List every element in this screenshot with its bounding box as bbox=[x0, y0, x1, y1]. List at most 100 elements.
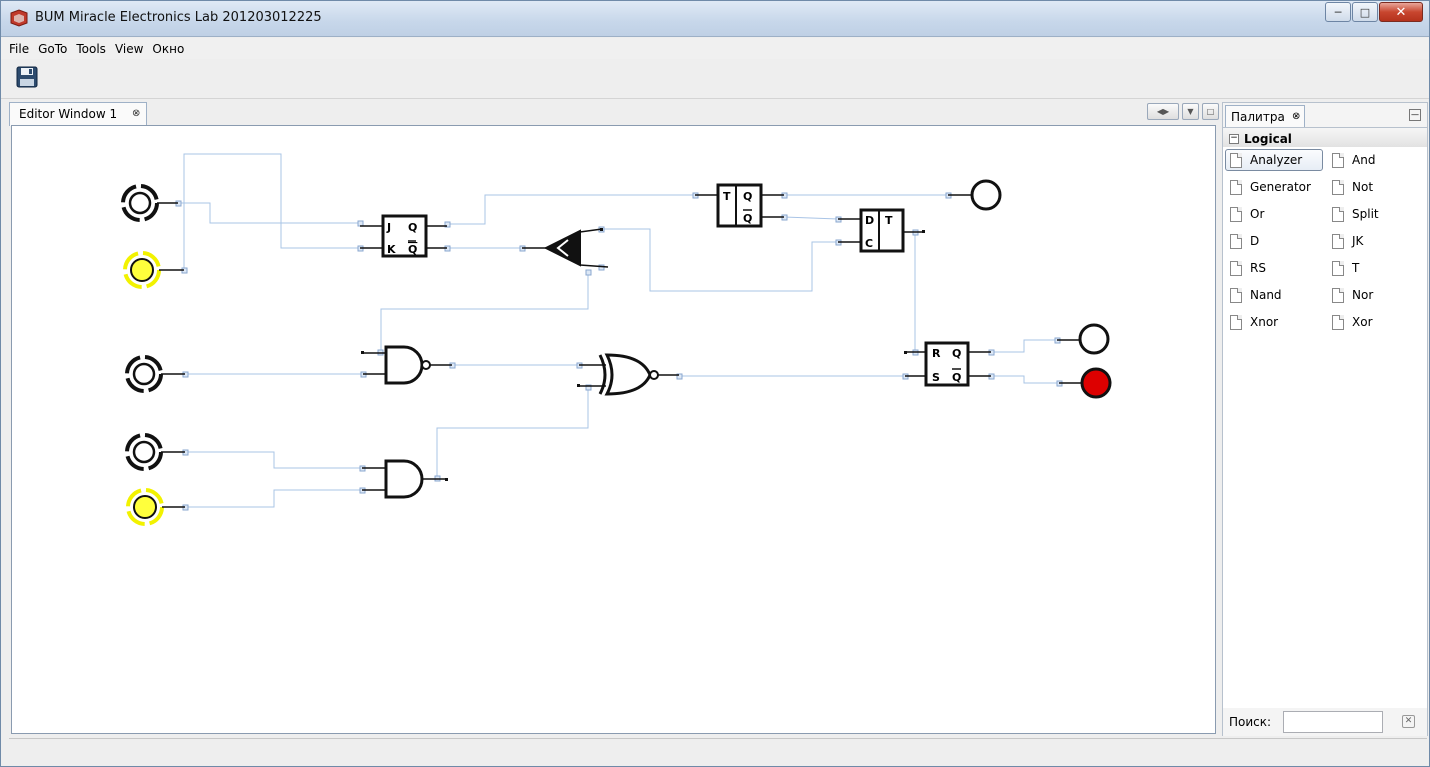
wire bbox=[178, 202, 360, 224]
document-icon bbox=[1332, 233, 1344, 249]
document-icon bbox=[1332, 260, 1344, 276]
wire bbox=[436, 387, 589, 478]
output-lamp bbox=[1057, 323, 1110, 355]
palette-item-t[interactable]: T bbox=[1327, 257, 1423, 279]
close-button[interactable]: ✕ bbox=[1379, 2, 1423, 22]
palette-item-label: Analyzer bbox=[1250, 153, 1303, 167]
maximize-button[interactable]: □ bbox=[1352, 2, 1378, 22]
palette-category-logical[interactable]: − Logical bbox=[1223, 128, 1427, 147]
palette-item-split[interactable]: Split bbox=[1327, 203, 1423, 225]
maximize-editor-button[interactable]: □ bbox=[1202, 103, 1219, 120]
document-icon bbox=[1332, 179, 1344, 195]
document-icon bbox=[1332, 206, 1344, 222]
connection-point bbox=[585, 269, 592, 276]
palette-item-generator[interactable]: Generator bbox=[1225, 176, 1323, 198]
minimize-button[interactable]: ─ bbox=[1325, 2, 1351, 22]
palette-item-nor[interactable]: Nor bbox=[1327, 284, 1423, 306]
terminal-dot bbox=[600, 228, 603, 231]
jk-pin-qbar: Q bbox=[408, 243, 417, 256]
tab-scroll-buttons[interactable]: ◀▶ bbox=[1147, 103, 1179, 120]
palette-close-icon[interactable]: ⊗ bbox=[1292, 111, 1300, 122]
t-pin-t: T bbox=[723, 190, 731, 203]
palette-tab-label: Палитра bbox=[1231, 110, 1285, 124]
terminal-dots bbox=[361, 228, 925, 481]
palette-item-label: Nor bbox=[1352, 288, 1374, 302]
rs-pin-r: R bbox=[932, 347, 941, 360]
palette-minimize-button[interactable]: — bbox=[1409, 109, 1421, 121]
nand-gate[interactable] bbox=[363, 345, 452, 385]
wire bbox=[783, 216, 839, 220]
document-icon bbox=[1230, 152, 1242, 168]
buffer-gate[interactable] bbox=[522, 228, 609, 268]
d-flip-flop[interactable]: D C T bbox=[838, 208, 924, 253]
menu-bar: File GoTo Tools View Окно bbox=[1, 38, 1429, 59]
xnor-gate[interactable] bbox=[579, 353, 679, 396]
input-switch-body bbox=[128, 191, 152, 215]
document-icon bbox=[1230, 206, 1242, 222]
tab-list-button[interactable]: ▼ bbox=[1182, 103, 1199, 120]
palette-item-d[interactable]: D bbox=[1225, 230, 1323, 252]
palette-item-jk[interactable]: JK bbox=[1327, 230, 1423, 252]
clear-search-icon[interactable]: ✕ bbox=[1402, 715, 1415, 728]
input-switch-body bbox=[132, 362, 156, 386]
document-icon bbox=[1230, 287, 1242, 303]
d-pin-c: C bbox=[865, 237, 873, 250]
jk-flip-flop[interactable]: J K Q Q bbox=[360, 214, 447, 258]
xnor-body bbox=[604, 353, 652, 396]
menu-view[interactable]: View bbox=[115, 42, 143, 56]
palette-item-and[interactable]: And bbox=[1327, 149, 1423, 171]
minimize-icon: ─ bbox=[1334, 5, 1342, 19]
minimize-icon: — bbox=[1411, 110, 1419, 119]
palette-item-nand[interactable]: Nand bbox=[1225, 284, 1323, 306]
rs-pin-qbar: Q bbox=[952, 371, 961, 384]
editor-tab-label: Editor Window 1 bbox=[19, 107, 118, 121]
palette-item-or[interactable]: Or bbox=[1225, 203, 1323, 225]
palette-list: − Logical Analyzer And Generator Not Or … bbox=[1223, 127, 1427, 712]
close-icon: ✕ bbox=[1395, 4, 1407, 20]
palette-item-xnor[interactable]: Xnor bbox=[1225, 311, 1323, 333]
palette-item-analyzer[interactable]: Analyzer bbox=[1225, 149, 1323, 171]
input-switch[interactable] bbox=[121, 184, 178, 222]
menu-tools[interactable]: Tools bbox=[76, 42, 106, 56]
terminal-dot bbox=[904, 351, 907, 354]
menu-window[interactable]: Окно bbox=[152, 42, 184, 56]
palette-item-xor[interactable]: Xor bbox=[1327, 311, 1423, 333]
collapse-icon[interactable]: − bbox=[1229, 133, 1239, 144]
wire bbox=[991, 339, 1057, 353]
status-bar bbox=[9, 738, 1427, 760]
tab-palette[interactable]: Палитра ⊗ bbox=[1225, 105, 1305, 127]
and-gate[interactable] bbox=[362, 459, 448, 499]
search-input[interactable] bbox=[1283, 711, 1384, 733]
menu-file[interactable]: File bbox=[9, 42, 29, 56]
circuit-canvas[interactable]: J K Q Q T Q Q D C T R S Q Q bbox=[11, 125, 1216, 734]
output-lamp-body bbox=[1080, 367, 1112, 399]
rs-pin-q: Q bbox=[952, 347, 961, 360]
wire bbox=[601, 228, 838, 292]
input-switch[interactable] bbox=[125, 433, 185, 471]
palette-item-label: Split bbox=[1352, 207, 1379, 221]
palette-item-label: D bbox=[1250, 234, 1260, 248]
toolbar bbox=[1, 59, 1429, 99]
app-logo-icon bbox=[10, 9, 28, 27]
document-icon bbox=[1332, 152, 1344, 168]
save-icon[interactable] bbox=[15, 65, 39, 89]
tab-close-icon[interactable]: ⊗ bbox=[132, 108, 140, 119]
output-lamp-body bbox=[970, 179, 1002, 211]
t-flip-flop[interactable]: T Q Q bbox=[695, 183, 784, 228]
input-switch[interactable] bbox=[123, 251, 184, 289]
output-lamp bbox=[1059, 367, 1112, 399]
rs-flip-flop[interactable]: R S Q Q bbox=[905, 341, 991, 387]
document-icon bbox=[1230, 233, 1242, 249]
palette-item-rs[interactable]: RS bbox=[1225, 257, 1323, 279]
output-lamp-body bbox=[1078, 323, 1110, 355]
document-icon bbox=[1230, 260, 1242, 276]
tab-editor-window-1[interactable]: Editor Window 1 ⊗ bbox=[9, 102, 147, 126]
menu-goto[interactable]: GoTo bbox=[38, 42, 67, 56]
input-switch-body bbox=[132, 440, 156, 464]
palette-item-label: Or bbox=[1250, 207, 1265, 221]
input-switch[interactable] bbox=[126, 488, 185, 526]
wire bbox=[447, 194, 695, 225]
and-body bbox=[384, 459, 424, 499]
palette-item-not[interactable]: Not bbox=[1327, 176, 1423, 198]
input-switch[interactable] bbox=[125, 355, 185, 393]
